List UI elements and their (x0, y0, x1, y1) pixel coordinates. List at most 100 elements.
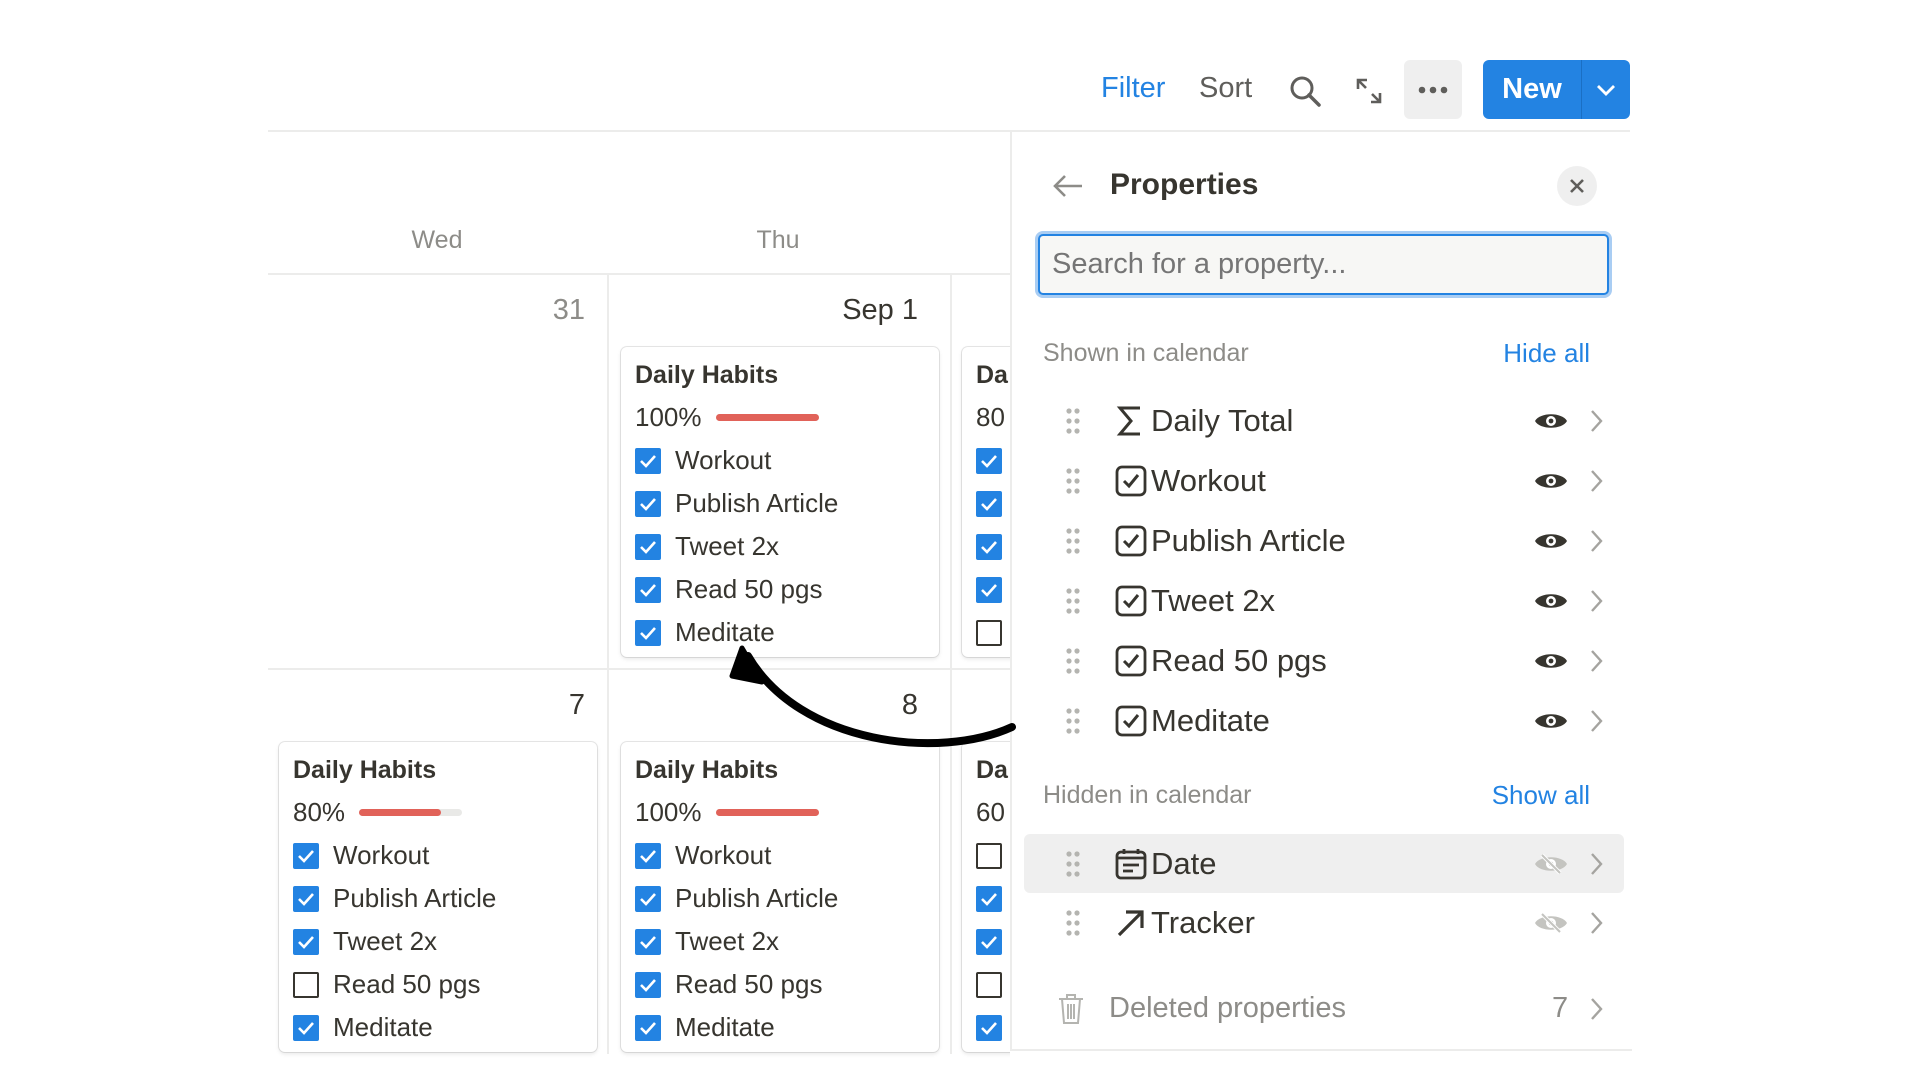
eye-icon[interactable] (1534, 650, 1568, 672)
checkbox-checked[interactable] (635, 619, 661, 646)
checkmark-icon (981, 497, 997, 511)
habit-item: Workout (293, 834, 583, 877)
property-row[interactable]: Workout (1024, 451, 1624, 510)
sigma-icon (1116, 406, 1140, 435)
day-header-thu: Thu (756, 226, 800, 254)
chevron-right-icon[interactable] (1590, 852, 1604, 876)
habit-card[interactable]: Da 60 (962, 742, 1010, 1052)
checkbox-checked[interactable] (635, 490, 661, 517)
habit-item: Read 50 pgs (635, 568, 925, 611)
habit-card[interactable]: Da 80 (962, 347, 1010, 657)
hidden-section-heading: Hidden in calendar (1043, 781, 1252, 809)
checkbox-checked[interactable] (635, 885, 661, 912)
checkbox-checked[interactable] (293, 885, 319, 912)
drag-handle-icon[interactable] (1066, 909, 1080, 936)
habit-label: Read 50 pgs (675, 574, 823, 604)
new-button[interactable]: New (1483, 73, 1581, 106)
chevron-right-icon[interactable] (1590, 589, 1604, 613)
more-icon (1418, 86, 1448, 93)
sort-button[interactable]: Sort (1199, 72, 1252, 105)
habit-card[interactable]: Daily Habits 100% Workout Publish Article Tw… (621, 347, 939, 657)
checkbox-checked[interactable] (976, 490, 1002, 517)
chevron-right-icon[interactable] (1590, 649, 1604, 673)
checkbox-unchecked[interactable] (976, 619, 1002, 646)
checkmark-icon (640, 540, 656, 554)
property-row[interactable]: Daily Total (1024, 391, 1624, 450)
eye-icon[interactable] (1534, 590, 1568, 612)
property-search-input[interactable] (1038, 234, 1609, 295)
habit-item: Publish Article (293, 877, 583, 920)
chevron-right-icon[interactable] (1590, 529, 1604, 553)
eye-icon[interactable] (1534, 410, 1568, 432)
drag-handle-icon[interactable] (1066, 647, 1080, 674)
new-dropdown-button[interactable] (1582, 84, 1630, 96)
filter-button[interactable]: Filter (1101, 72, 1165, 105)
chevron-right-icon[interactable] (1590, 911, 1604, 935)
habit-label: Workout (675, 445, 772, 475)
property-row[interactable]: Tweet 2x (1024, 571, 1624, 630)
show-all-button[interactable]: Show all (1442, 780, 1590, 811)
card-title: Daily Habits (635, 756, 779, 784)
date-number: 7 (568, 689, 585, 721)
close-button[interactable] (1557, 166, 1597, 206)
checkbox-unchecked[interactable] (976, 971, 1002, 998)
calendar-icon (1115, 848, 1147, 879)
habit-label: Tweet 2x (675, 926, 780, 956)
checkbox-checked[interactable] (635, 971, 661, 998)
checkbox-checked[interactable] (976, 447, 1002, 474)
drag-handle-icon[interactable] (1066, 587, 1080, 614)
checkbox-unchecked[interactable] (976, 842, 1002, 869)
header-divider (268, 273, 1010, 275)
property-row[interactable]: Publish Article (1024, 511, 1624, 570)
eye-icon[interactable] (1534, 530, 1568, 552)
checkbox-checked[interactable] (635, 928, 661, 955)
checkbox-checked[interactable] (635, 842, 661, 869)
trash-icon (1059, 993, 1083, 1024)
eye-icon[interactable] (1534, 710, 1568, 732)
property-row[interactable]: Date (1024, 834, 1624, 893)
search-icon[interactable] (1288, 74, 1322, 108)
drag-handle-icon[interactable] (1066, 467, 1080, 494)
checkbox-checked[interactable] (635, 447, 661, 474)
chevron-right-icon[interactable] (1590, 409, 1604, 433)
checkbox-checked[interactable] (293, 842, 319, 869)
checkbox-checked[interactable] (635, 576, 661, 603)
checkbox-checked[interactable] (293, 928, 319, 955)
partial-column: Da 80 Da 60 (952, 0, 1010, 1080)
checkbox-checked[interactable] (635, 533, 661, 560)
arrow-up-right-icon (1117, 909, 1144, 936)
drag-handle-icon[interactable] (1066, 850, 1080, 877)
checkbox-checked[interactable] (293, 1014, 319, 1041)
drag-handle-icon[interactable] (1066, 707, 1080, 734)
habit-label: Workout (675, 840, 772, 870)
expand-icon[interactable] (1354, 76, 1384, 106)
habit-item (976, 1006, 1010, 1049)
checkbox-checked[interactable] (976, 928, 1002, 955)
checkmark-icon (298, 892, 314, 906)
property-row[interactable]: Tracker (1024, 893, 1624, 952)
progress-fill (715, 413, 819, 421)
chevron-right-icon[interactable] (1590, 469, 1604, 493)
checkmark-icon (640, 978, 656, 992)
more-options-button[interactable] (1404, 60, 1462, 119)
checkbox-checked[interactable] (635, 1014, 661, 1041)
back-arrow-icon[interactable] (1052, 173, 1084, 199)
checkbox-checked[interactable] (976, 533, 1002, 560)
property-row[interactable]: Read 50 pgs (1024, 631, 1624, 690)
chevron-right-icon[interactable] (1590, 709, 1604, 733)
eye-icon[interactable] (1534, 470, 1568, 492)
hide-all-button[interactable]: Hide all (1442, 338, 1590, 369)
checkbox-checked[interactable] (976, 1014, 1002, 1041)
checkbox-checked[interactable] (976, 576, 1002, 603)
drag-handle-icon[interactable] (1066, 407, 1080, 434)
habit-card[interactable]: Daily Habits 80% Workout Publish Article Twe… (279, 742, 597, 1052)
checkbox-unchecked[interactable] (293, 971, 319, 998)
checkbox-checked[interactable] (976, 885, 1002, 912)
eye-off-icon[interactable] (1534, 912, 1568, 934)
property-row[interactable]: Meditate (1024, 691, 1624, 750)
eye-off-icon[interactable] (1534, 853, 1568, 875)
deleted-properties-button[interactable]: Deleted properties 7 (1024, 979, 1624, 1038)
habit-card[interactable]: Daily Habits 100% Workout Publish Article Tw… (621, 742, 939, 1052)
drag-handle-icon[interactable] (1066, 527, 1080, 554)
habit-item: Read 50 pgs (293, 963, 583, 1006)
